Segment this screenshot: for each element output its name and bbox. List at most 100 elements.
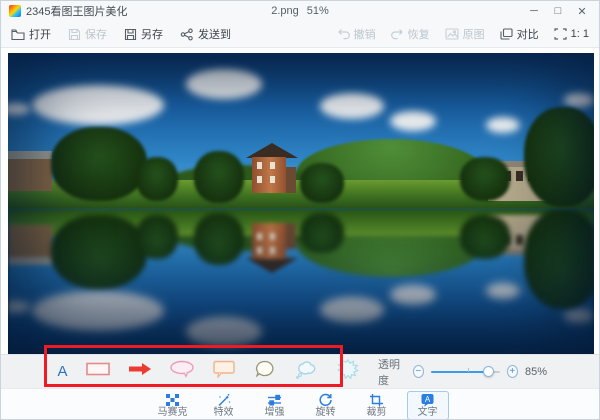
actual-size-button[interactable]: 1: 1: [554, 28, 589, 40]
close-button[interactable]: ✕: [571, 2, 593, 20]
compare-button[interactable]: 对比: [500, 26, 539, 42]
house-porch: [286, 223, 296, 249]
tree: [51, 127, 147, 201]
bottom-tab-bar: 马赛克 特效 增强 旋转 裁剪 A 文字: [1, 388, 599, 420]
barn-building: [8, 151, 52, 191]
photo-area: [1, 48, 599, 354]
save-icon: [68, 28, 81, 41]
opacity-slider[interactable]: [431, 365, 500, 378]
slider-tick: [468, 368, 469, 372]
tab-label: 文字: [418, 408, 438, 418]
opacity-value: 85%: [525, 366, 547, 378]
house-window: [270, 162, 275, 169]
house-window: [257, 162, 262, 169]
title-bar: 2345看图王图片美化 2.png 51% ─ □ ✕: [1, 1, 599, 21]
svg-text:A: A: [425, 395, 431, 404]
undo-button[interactable]: 撤销: [337, 26, 376, 42]
opacity-slider-fill: [431, 371, 490, 373]
tree: [194, 213, 244, 265]
rotate-icon: [318, 393, 333, 407]
maximize-button[interactable]: □: [547, 2, 569, 20]
photo-scene: [8, 53, 594, 208]
save-button[interactable]: 保存: [68, 26, 107, 42]
house-window: [270, 233, 275, 240]
zoom-level: 51%: [307, 5, 329, 17]
folder-open-icon: [11, 28, 25, 41]
tree: [524, 209, 594, 309]
opacity-increase-button[interactable]: +: [507, 365, 518, 378]
photo-reflection: [8, 208, 594, 354]
cloud: [564, 93, 594, 107]
original-image-button[interactable]: 原图: [445, 26, 485, 42]
text-bubble-icon: A: [420, 393, 435, 407]
toolbar-right-group: 撤销 恢复 原图 对比 1: 1: [322, 26, 589, 42]
house-window: [257, 247, 262, 254]
tab-label: 特效: [214, 408, 234, 418]
file-name: 2.png: [271, 5, 299, 17]
cloud: [186, 69, 262, 99]
cloud: [186, 317, 262, 347]
tab-rotate[interactable]: 旋转: [305, 391, 347, 420]
opacity-label: 透明度: [378, 356, 406, 388]
send-to-icon: [180, 28, 194, 41]
cloud: [486, 283, 520, 299]
opacity-control: 透明度 − + 85%: [378, 356, 547, 388]
tree: [524, 107, 594, 207]
tab-crop[interactable]: 裁剪: [356, 391, 398, 420]
send-to-button[interactable]: 发送到: [180, 26, 231, 42]
tree: [460, 157, 510, 201]
house-window: [270, 176, 275, 183]
save-as-icon: [124, 28, 137, 41]
tree: [300, 163, 344, 203]
sliders-icon: [267, 393, 282, 407]
cloud: [32, 85, 164, 125]
window-controls: ─ □ ✕: [523, 2, 593, 20]
app-window: 2345看图王图片美化 2.png 51% ─ □ ✕ 打开 保存 另存 发送到: [0, 0, 600, 420]
house-window: [257, 176, 262, 183]
cloud: [32, 291, 164, 331]
save-as-button[interactable]: 另存: [124, 26, 163, 42]
tree: [194, 151, 244, 203]
open-button[interactable]: 打开: [11, 26, 51, 42]
original-image-icon: [445, 28, 459, 40]
tree: [136, 157, 178, 201]
tab-label: 旋转: [316, 408, 336, 418]
tree: [51, 215, 147, 289]
house: [246, 143, 298, 193]
barn-building: [8, 225, 52, 265]
tree: [136, 215, 178, 259]
cloud: [320, 297, 384, 323]
tab-enhance[interactable]: 增强: [254, 391, 296, 420]
red-highlight-rectangle: [44, 345, 343, 387]
document-info: 2.png 51%: [271, 1, 329, 21]
cloud: [320, 93, 384, 119]
mosaic-icon: [165, 393, 180, 407]
tab-mosaic[interactable]: 马赛克: [152, 391, 194, 420]
tree: [460, 215, 510, 259]
house-window: [270, 247, 275, 254]
cloud: [390, 285, 436, 305]
compare-icon: [500, 28, 513, 40]
photo-water: [8, 208, 594, 354]
undo-icon: [337, 28, 350, 40]
redo-button[interactable]: 恢复: [391, 26, 430, 42]
house-window: [257, 233, 262, 240]
tab-label: 增强: [265, 408, 285, 418]
minimize-button[interactable]: ─: [523, 2, 545, 20]
photo-canvas: [8, 53, 594, 354]
house-porch: [286, 167, 296, 193]
redo-icon: [391, 28, 404, 40]
opacity-slider-thumb[interactable]: [483, 366, 494, 377]
actual-size-icon: [554, 28, 567, 40]
app-logo-icon: [9, 5, 21, 17]
tree: [300, 213, 344, 253]
crop-icon: [369, 393, 384, 407]
cloud: [486, 117, 520, 133]
tab-effects[interactable]: 特效: [203, 391, 245, 420]
house-roof: [246, 143, 298, 158]
cloud: [564, 309, 594, 323]
main-toolbar: 打开 保存 另存 发送到 撤销 恢复 原图: [1, 21, 599, 48]
opacity-decrease-button[interactable]: −: [413, 365, 424, 378]
house: [246, 223, 298, 273]
tab-text[interactable]: A 文字: [407, 391, 449, 420]
